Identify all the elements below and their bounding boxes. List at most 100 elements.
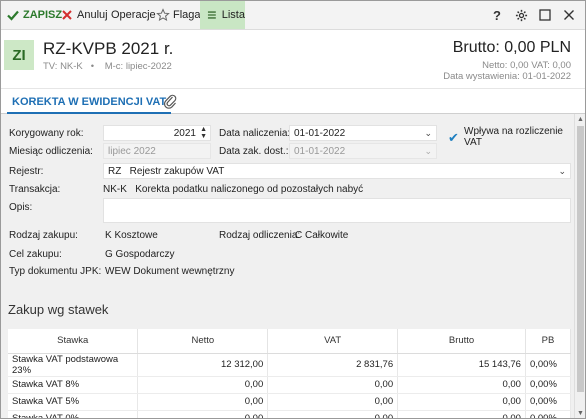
help-button[interactable]: ? — [486, 1, 508, 29]
vat-cell: 2 831,76 — [267, 353, 399, 377]
maximize-icon — [539, 9, 551, 21]
rate-name-cell: Stawka VAT podstawowa 23% — [8, 353, 139, 377]
accrual-date-value: 01-01-2022 — [294, 127, 346, 139]
register-select[interactable]: RZ Rejestr zakupów VAT ⌄ — [103, 163, 571, 179]
column-header[interactable]: PB — [525, 329, 572, 354]
rate-name-cell: Stawka VAT 0% — [8, 410, 139, 418]
scrollbar-thumb[interactable] — [577, 126, 584, 392]
form-content: Korygowany rok: 2021 ▲ ▼ Data naliczenia:… — [1, 114, 575, 418]
pb-cell: 0,00% — [525, 353, 572, 377]
vat-cell: 0,00 — [267, 393, 399, 411]
transaction-label: Transakcja: — [9, 184, 61, 195]
register-value: RZ Rejestr zakupów VAT — [108, 165, 225, 177]
description-label: Opis: — [9, 202, 33, 213]
corrected-year-value: 2021 — [173, 127, 196, 139]
list-label: Lista — [221, 9, 245, 21]
flag-label: Flaga — [173, 9, 201, 21]
brutto-total: Brutto: 0,00 PLN — [452, 39, 571, 56]
accrual-date-input[interactable]: 01-01-2022 ⌄ — [289, 125, 437, 141]
star-icon — [156, 8, 170, 22]
x-icon — [62, 10, 72, 20]
issue-date: Data wystawienia: 01-01-2022 — [443, 71, 571, 82]
net-cell: 0,00 — [137, 393, 269, 411]
tab-bar: KOREKTA W EWIDENCJI VAT — [1, 89, 585, 114]
deduction-kind-value: C Całkowite — [295, 230, 349, 241]
rate-name-cell: Stawka VAT 8% — [8, 376, 139, 394]
save-button[interactable]: ZAPISZ — [6, 1, 62, 29]
flag-button[interactable]: Flaga — [156, 1, 201, 29]
toolbar: ZAPISZ Anuluj Operacje Flaga Lista ? — [1, 1, 585, 30]
net-vat-summary: Netto: 0,00 VAT: 0,00 — [482, 60, 571, 71]
deduction-month-value: lipiec 2022 — [108, 145, 156, 157]
gear-icon — [515, 9, 527, 21]
net-cell: 0,00 — [137, 376, 269, 394]
close-icon — [564, 10, 574, 20]
column-header[interactable]: Stawka — [8, 329, 139, 354]
register-label: Rejestr: — [9, 166, 44, 177]
check-icon — [7, 10, 19, 21]
column-header[interactable]: Netto — [137, 329, 269, 354]
purchase-kind-label: Rodzaj zakupu: — [9, 230, 78, 241]
affects-settlement-checkbox[interactable]: ✔ Wpływa na rozliczenie VAT — [448, 126, 575, 148]
maximize-button[interactable] — [534, 1, 556, 29]
close-button[interactable] — [558, 1, 580, 29]
jpk-doc-type-label: Typ dokumentu JPK: — [9, 266, 102, 277]
list-button[interactable]: Lista — [200, 1, 245, 29]
document-window: ZAPISZ Anuluj Operacje Flaga Lista ? ZI … — [0, 0, 586, 419]
paperclip-icon[interactable] — [163, 93, 177, 109]
purchase-kind-value: K Kosztowe — [105, 230, 158, 241]
table-row[interactable]: Stawka VAT 5% 0,00 0,00 0,00 0,00% — [8, 393, 572, 411]
pb-cell: 0,00% — [525, 410, 572, 418]
settings-button[interactable] — [510, 1, 532, 29]
checkmark-icon: ✔ — [448, 129, 459, 145]
vat-cell: 0,00 — [267, 410, 399, 418]
net-cell: 0,00 — [137, 410, 269, 418]
deduction-kind-label: Rodzaj odliczenia: — [219, 230, 301, 241]
scroll-down-icon[interactable]: ▼ — [576, 410, 585, 418]
table-row[interactable]: Stawka VAT 8% 0,00 0,00 0,00 0,00% — [8, 376, 572, 394]
gross-cell: 0,00 — [397, 376, 526, 394]
chevron-down-icon: ⌄ — [424, 128, 432, 138]
vertical-scrollbar[interactable]: ▲ ▼ — [574, 114, 585, 418]
cancel-button[interactable]: Anuluj — [60, 1, 108, 29]
rates-table: Stawka Netto VAT Brutto PB Stawka VAT po… — [8, 329, 572, 418]
gross-cell: 0,00 — [397, 393, 526, 411]
rate-name-cell: Stawka VAT 5% — [8, 393, 139, 411]
jpk-doc-type-value: WEW Dokument wewnętrzny — [105, 266, 235, 277]
operations-label: Operacje — [111, 9, 156, 21]
tab-vat-correction[interactable]: KOREKTA W EWIDENCJI VAT — [7, 92, 172, 114]
gross-cell: 15 143,76 — [397, 353, 526, 377]
pb-cell: 0,00% — [525, 376, 572, 394]
year-spinner-icon[interactable]: ▲ ▼ — [200, 126, 207, 140]
document-type-badge: ZI — [4, 40, 34, 70]
delivery-date-label: Data zak. dost.: — [219, 146, 289, 157]
deduction-month-input: lipiec 2022 — [103, 143, 211, 159]
period-info: M-c: lipiec-2022 — [104, 61, 172, 72]
question-icon: ? — [493, 7, 501, 23]
column-header[interactable]: VAT — [267, 329, 399, 354]
accrual-date-label: Data naliczenia: — [219, 128, 291, 139]
corrected-year-label: Korygowany rok: — [9, 128, 84, 139]
gross-cell: 0,00 — [397, 410, 526, 418]
purchase-purpose-label: Cel zakupu: — [9, 249, 62, 260]
table-header-row: Stawka Netto VAT Brutto PB — [8, 329, 572, 354]
table-row[interactable]: Stawka VAT podstawowa 23% 12 312,00 2 83… — [8, 353, 572, 377]
description-input[interactable] — [103, 198, 571, 223]
scroll-up-icon[interactable]: ▲ — [576, 116, 585, 124]
corrected-year-input[interactable]: 2021 ▲ ▼ — [103, 125, 211, 141]
table-row[interactable]: Stawka VAT 0% 0,00 0,00 0,00 0,00% — [8, 410, 572, 418]
cancel-label: Anuluj — [77, 9, 108, 21]
save-label: ZAPISZ — [23, 9, 63, 21]
document-header: ZI RZ-KVPB 2021 r. TV: NK-K • M-c: lipiec… — [1, 30, 585, 89]
operations-button[interactable]: Operacje — [111, 1, 156, 29]
delivery-date-value: 01-01-2022 — [294, 145, 346, 157]
pb-cell: 0,00% — [525, 393, 572, 411]
transaction-value: NK-K Korekta podatku naliczonego od pozo… — [103, 184, 364, 195]
net-cell: 12 312,00 — [137, 353, 269, 377]
delivery-date-input: 01-01-2022 ⌄ — [289, 143, 437, 159]
column-header[interactable]: Brutto — [397, 329, 526, 354]
purchase-purpose-value: G Gospodarczy — [105, 249, 175, 260]
list-icon — [207, 11, 216, 19]
chevron-down-icon: ⌄ — [424, 146, 432, 156]
rates-section-title: Zakup wg stawek — [8, 302, 109, 317]
